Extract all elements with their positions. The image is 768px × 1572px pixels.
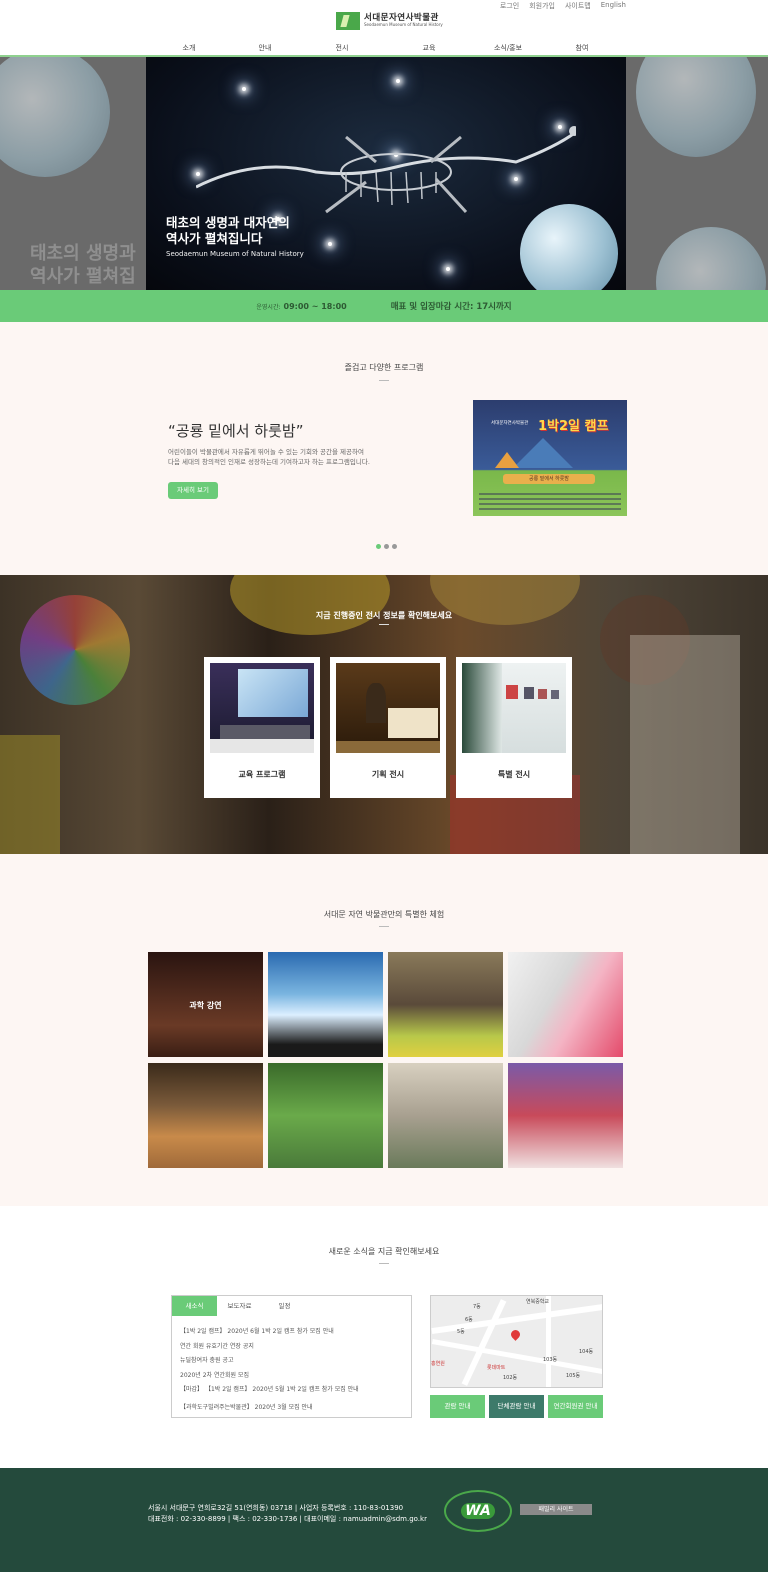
tab-press[interactable]: 보도자료 (217, 1296, 262, 1316)
map-buttons: 관람 안내 단체관람 안내 연간회원권 안내 (430, 1395, 603, 1418)
news-item[interactable]: 연간 회원 유효기간 연장 공지 (180, 1341, 359, 1356)
nav-participate[interactable]: 참여 (576, 43, 589, 53)
closing-time: 매표 및 입장마감 시간: 17시까지 (390, 302, 512, 312)
english-link[interactable]: English (601, 1, 626, 11)
footer-address: 서울시 서대문구 연희로32길 51(연희동) 03718 | 사업자 등록번호… (148, 1504, 427, 1523)
slider-dot[interactable] (376, 544, 381, 549)
gallery-label: 과학 강연 (189, 1001, 222, 1010)
wa-logo-text: WA (461, 1503, 495, 1519)
page: 로그인 회원가입 사이트맵 English 서대문자연사박물관 Seodaemu… (0, 0, 768, 1572)
gallery-item[interactable] (268, 1063, 383, 1168)
card-label: 기획 전시 (371, 770, 405, 779)
sitemap-link[interactable]: 사이트맵 (565, 1, 591, 11)
tab-schedule[interactable]: 일정 (262, 1296, 307, 1316)
slider-dots (376, 544, 397, 549)
more-button[interactable]: 자세히 보기 (168, 482, 218, 499)
program-quote: “공룡 밑에서 하룻밤” (168, 422, 304, 440)
group-visit-button[interactable]: 단체관람 안내 (489, 1395, 544, 1418)
gallery-item[interactable] (148, 1063, 263, 1168)
plesiosaur-skeleton (196, 126, 576, 214)
news-item[interactable]: 【1박 2일 캠프】 2020년 6월 1박 2일 캠프 참가 모집 안내 (180, 1326, 359, 1341)
experience-title: 서대문 자연 박물관만의 특별한 체험 (323, 910, 445, 919)
gallery-item[interactable] (268, 952, 383, 1057)
nav-exhibition[interactable]: 전시 (336, 43, 349, 53)
opening-hours: 운영시간: 09:00 ~ 18:00 (256, 302, 346, 311)
slider-dot[interactable] (392, 544, 397, 549)
nav-guide[interactable]: 안내 (259, 43, 272, 53)
tab-news[interactable]: 새소식 (172, 1296, 217, 1316)
tent-icon (495, 452, 519, 468)
login-link[interactable]: 로그인 (500, 1, 519, 11)
gallery-item[interactable] (508, 952, 623, 1057)
visit-guide-button[interactable]: 관람 안내 (430, 1395, 485, 1418)
hero-prev-slide: 태초의 생명과 역사가 펼쳐집 (0, 57, 146, 290)
signup-link[interactable]: 회원가입 (529, 1, 555, 11)
moon-decoration (520, 204, 618, 290)
gallery-item[interactable] (388, 1063, 503, 1168)
divider (379, 1263, 389, 1264)
divider (379, 624, 389, 625)
wa-certification-logo[interactable]: WA (444, 1490, 512, 1532)
poster-head: 서대문자연사박물관 (491, 421, 529, 426)
camp-poster[interactable]: 서대문자연사박물관 1박2일 캠프 공룡 밑에서 하룻밤 (473, 400, 627, 516)
news-item[interactable]: 2020년 2차 연간회원 모집 (180, 1370, 359, 1385)
special-exhibit-image (462, 663, 566, 753)
exhibit-section: 지금 진행중인 전시 정보를 확인해보세요 교육 프로그램 기획 전시 특별 전… (0, 575, 768, 854)
card-planned-exhibit[interactable]: 기획 전시 (330, 657, 446, 798)
site-logo[interactable]: 서대문자연사박물관 Seodaemun Museum of Natural Hi… (336, 12, 443, 30)
logo-icon (336, 12, 360, 30)
experience-gallery: 과학 강연 (148, 952, 624, 1168)
logo-english: Seodaemun Museum of Natural History (364, 22, 443, 28)
hours-bar: 운영시간: 09:00 ~ 18:00 매표 및 입장마감 시간: 17시까지 (0, 290, 768, 322)
nav-about[interactable]: 소개 (183, 43, 196, 53)
util-links: 로그인 회원가입 사이트맵 English (500, 1, 626, 11)
family-site-select[interactable]: 패밀리 사이트 (520, 1504, 592, 1515)
education-image (210, 663, 314, 753)
gallery-item[interactable] (508, 1063, 623, 1168)
hero-title: 태초의 생명과 대자연의 역사가 펼쳐집니다 (166, 215, 290, 247)
nav-news[interactable]: 소식/홍보 (494, 43, 522, 53)
news-title: 새로운 소식을 지금 확인해보세요 (328, 1247, 440, 1256)
footer: 서울시 서대문구 연희로32길 51(연희동) 03718 | 사업자 등록번호… (0, 1468, 768, 1572)
news-item[interactable]: 【과학도구빌려주는박물관】 2020년 3월 모집 안내 (180, 1402, 359, 1417)
main-nav: 소개 안내 전시 교육 소식/홍보 참여 (0, 43, 768, 55)
hero-next-slide (626, 57, 768, 290)
program-desc: 어린이들이 박물관에서 자유롭게 뛰어놀 수 있는 기회와 공간을 제공하여 다… (168, 448, 370, 467)
program-title: 즐겁고 다양한 프로그램 (344, 363, 424, 372)
opening-hours-value: 09:00 ~ 18:00 (283, 301, 347, 311)
program-section: 즐겁고 다양한 프로그램 “공룡 밑에서 하룻밤” 어린이들이 박물관에서 자유… (0, 322, 768, 575)
header: 로그인 회원가입 사이트맵 English 서대문자연사박물관 Seodaemu… (0, 0, 768, 57)
gallery-item[interactable]: 과학 강연 (148, 952, 263, 1057)
poster-banner: 공룡 밑에서 하룻밤 (503, 474, 595, 484)
hero-image: 태초의 생명과 대자연의 역사가 펼쳐집니다 Seodaemun Museum … (146, 57, 626, 290)
membership-button[interactable]: 연간회원권 안내 (548, 1395, 603, 1418)
exhibit-title: 지금 진행중인 전시 정보를 확인해보세요 (315, 611, 453, 620)
news-section: 새로운 소식을 지금 확인해보세요 새소식 보도자료 일정 【1박 2일 캠프】… (0, 1206, 768, 1468)
card-special-exhibit[interactable]: 특별 전시 (456, 657, 572, 798)
experience-section: 서대문 자연 박물관만의 특별한 체험 과학 강연 (0, 854, 768, 1206)
news-tabs: 새소식 보도자료 일정 (172, 1296, 307, 1316)
hero-slider[interactable]: 태초의 생명과 역사가 펼쳐집 태초의 생명과 대자연의 역사가 펼쳐집니다 S… (0, 57, 768, 290)
poster-title: 1박2일 캠프 (538, 419, 609, 434)
card-label: 교육 프로그램 (238, 770, 286, 779)
location-map[interactable]: 연북중학교 7동 6동 5동 104동 103동 105동 102동 롯데마트 … (430, 1295, 603, 1388)
news-board: 새소식 보도자료 일정 【1박 2일 캠프】 2020년 6월 1박 2일 캠프… (171, 1295, 412, 1418)
news-item[interactable]: 뉴딜참여자 충원 공고 (180, 1355, 359, 1370)
divider (379, 380, 389, 381)
planned-exhibit-image (336, 663, 440, 753)
divider (379, 926, 389, 927)
slider-dot[interactable] (384, 544, 389, 549)
news-item[interactable]: 【마감】 【1박 2일 캠프】 2020년 5월 1박 2일 캠프 참가 모집 … (180, 1384, 359, 1399)
location-pin-icon (509, 1328, 522, 1341)
nav-education[interactable]: 교육 (423, 43, 436, 53)
hero-side-text: 태초의 생명과 역사가 펼쳐집 (30, 243, 136, 288)
gallery-item[interactable] (388, 952, 503, 1057)
card-label: 특별 전시 (497, 770, 531, 779)
opening-hours-label: 운영시간: (256, 303, 281, 311)
hero-subtitle: Seodaemun Museum of Natural History (166, 249, 304, 258)
news-list: 【1박 2일 캠프】 2020년 6월 1박 2일 캠프 참가 모집 안내 연간… (180, 1326, 359, 1416)
card-education[interactable]: 교육 프로그램 (204, 657, 320, 798)
